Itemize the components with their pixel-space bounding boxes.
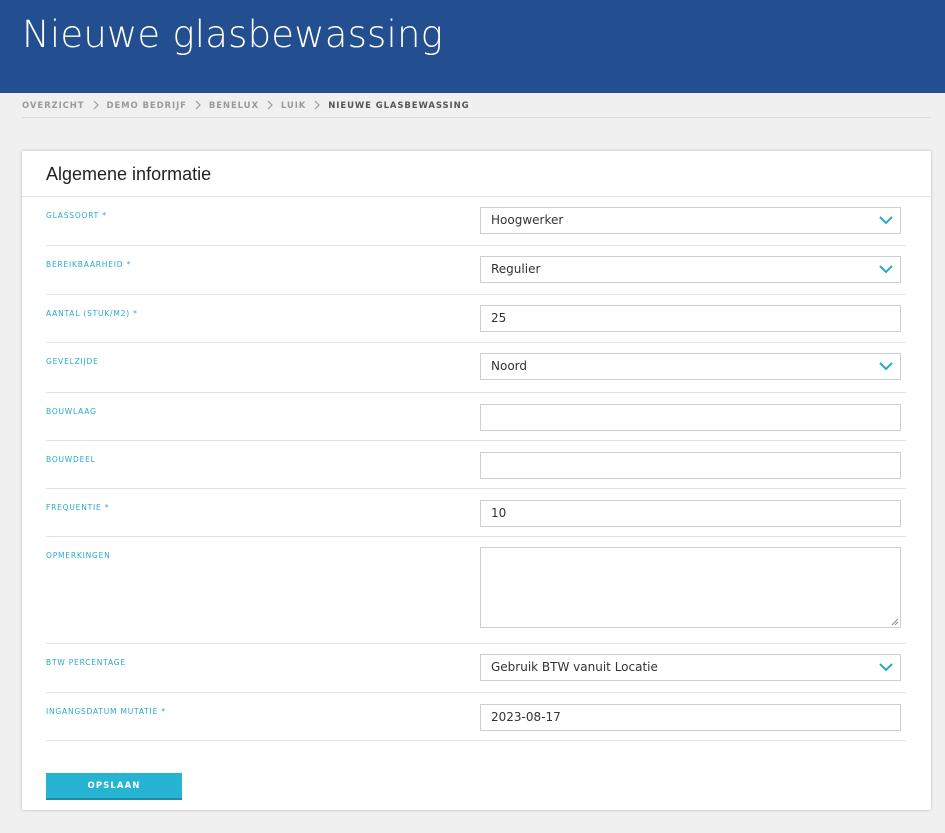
page-header: Nieuwe glasbewassing [0, 0, 945, 93]
bereikbaarheid-label: BEREIKBAARHEID * [46, 260, 132, 269]
form-card: Algemene informatie GLASSOORT * Hoogwerk… [22, 151, 931, 810]
chevron-right-icon [195, 100, 201, 110]
breadcrumb-item-demo-bedrijf[interactable]: DEMO BEDRIJF [107, 101, 187, 111]
form-row-btw: BTW PERCENTAGE Gebruik BTW vanuit Locati… [46, 644, 906, 693]
glassoort-select[interactable]: Hoogwerker [480, 207, 901, 234]
form-row-gevelzijde: GEVELZIJDE Noord [46, 343, 906, 393]
form-row-aantal: AANTAL (STUK/M2) * 25 [46, 295, 906, 343]
chevron-down-icon [879, 265, 893, 274]
glassoort-label: GLASSOORT * [46, 211, 107, 220]
breadcrumb-item-overzicht[interactable]: OVERZICHT [22, 101, 85, 111]
bereikbaarheid-value: Regulier [491, 262, 541, 276]
gevelzijde-label: GEVELZIJDE [46, 357, 99, 366]
gevelzijde-value: Noord [491, 359, 527, 373]
breadcrumb: OVERZICHT DEMO BEDRIJF BENELUX LUIK NIEU… [22, 100, 931, 118]
glassoort-value: Hoogwerker [491, 213, 564, 227]
bouwdeel-label: BOUWDEEL [46, 455, 96, 464]
breadcrumb-item-current: NIEUWE GLASBEWASSING [328, 101, 470, 111]
form-row-opmerkingen: OPMERKINGEN [46, 537, 906, 644]
btw-value: Gebruik BTW vanuit Locatie [491, 660, 658, 674]
btw-select[interactable]: Gebruik BTW vanuit Locatie [480, 654, 901, 681]
form-row-frequentie: FREQUENTIE * 10 [46, 489, 906, 537]
breadcrumb-item-luik[interactable]: LUIK [281, 101, 306, 111]
save-button[interactable]: OPSLAAN [46, 773, 182, 800]
opmerkingen-textarea[interactable] [480, 547, 901, 628]
form-row-ingangsdatum: INGANGSDATUM MUTATIE * 2023-08-17 [46, 693, 906, 741]
bouwdeel-input[interactable] [480, 452, 901, 479]
bereikbaarheid-select[interactable]: Regulier [480, 256, 901, 283]
ingangsdatum-label: INGANGSDATUM MUTATIE * [46, 707, 166, 716]
ingangsdatum-input[interactable]: 2023-08-17 [480, 704, 901, 731]
bouwlaag-input[interactable] [480, 404, 901, 431]
frequentie-label: FREQUENTIE * [46, 503, 110, 512]
aantal-value: 25 [491, 311, 507, 325]
frequentie-input[interactable]: 10 [480, 500, 901, 527]
form-row-bouwdeel: BOUWDEEL [46, 441, 906, 489]
page-title: Nieuwe glasbewassing [22, 13, 444, 56]
breadcrumb-item-benelux[interactable]: BENELUX [209, 101, 259, 111]
form-row-bouwlaag: BOUWLAAG [46, 393, 906, 441]
frequentie-value: 10 [491, 506, 507, 520]
opmerkingen-label: OPMERKINGEN [46, 551, 111, 560]
aantal-input[interactable]: 25 [480, 305, 901, 332]
btw-label: BTW PERCENTAGE [46, 658, 126, 667]
form-row-bereikbaarheid: BEREIKBAARHEID * Regulier [46, 246, 906, 295]
form-row-glassoort: GLASSOORT * Hoogwerker [46, 197, 906, 246]
bouwlaag-label: BOUWLAAG [46, 407, 97, 416]
chevron-right-icon [314, 100, 321, 110]
chevron-down-icon [879, 362, 893, 371]
section-title: Algemene informatie [46, 164, 212, 184]
gevelzijde-select[interactable]: Noord [480, 353, 901, 380]
chevron-right-icon [267, 100, 273, 110]
resize-grip-icon[interactable] [890, 617, 899, 626]
aantal-label: AANTAL (STUK/M2) * [46, 309, 138, 318]
chevron-right-icon [93, 100, 99, 110]
chevron-down-icon [879, 663, 893, 672]
ingangsdatum-value: 2023-08-17 [491, 710, 561, 724]
chevron-down-icon [879, 216, 893, 225]
